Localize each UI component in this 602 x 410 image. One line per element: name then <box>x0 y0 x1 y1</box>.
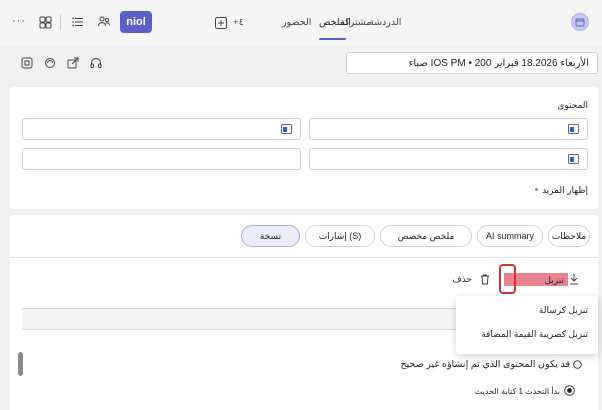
pill-transcript[interactable]: نسخة <box>241 225 300 247</box>
file-icon <box>568 124 579 134</box>
avatar[interactable] <box>571 13 589 31</box>
file-icon <box>568 154 579 164</box>
pill-custom-summary[interactable]: ملخص مخصص <box>380 225 472 247</box>
delete-icon[interactable] <box>478 272 492 286</box>
brand-button[interactable]: niol <box>120 11 152 33</box>
tab-chat[interactable]: الدردشة <box>369 17 401 28</box>
chevron-down-icon <box>535 188 538 191</box>
menu-item-download-message[interactable]: تنزيل كرسالة <box>539 305 588 316</box>
pill-notes[interactable]: ملاحظات <box>548 225 590 247</box>
pill-ai-summary[interactable]: AI summary <box>477 225 543 247</box>
download-button[interactable]: تنزيل <box>520 275 564 286</box>
toolbar-divider <box>60 14 61 30</box>
add-tab-icon[interactable] <box>213 15 229 31</box>
scrollbar-thumb[interactable] <box>18 352 23 376</box>
transcript-entry: بدأ التحدث 1 كتابة الحديث <box>474 387 560 396</box>
content-field-2[interactable] <box>22 118 301 140</box>
delete-button[interactable]: حذف <box>440 274 472 285</box>
focus-ring <box>499 264 516 294</box>
list-icon[interactable] <box>70 14 86 30</box>
content-field-1[interactable] <box>309 118 588 140</box>
divider <box>10 257 598 258</box>
content-field-3[interactable] <box>309 148 588 170</box>
content-title: المحتوى <box>557 100 588 110</box>
meeting-date-field[interactable]: الأربعاء 18.2026 فبراير 200 • IOS PM صبا… <box>346 52 598 74</box>
info-icon <box>573 360 582 369</box>
share-icon[interactable] <box>66 56 80 70</box>
disclaimer-text: قد يكون المحتوى الذي تم إنشاؤه غير صحيح <box>400 359 570 370</box>
people-icon[interactable] <box>96 14 112 30</box>
tab-summary[interactable]: الملخص <box>319 17 351 28</box>
sync-icon[interactable] <box>43 56 57 70</box>
file-icon <box>281 124 292 134</box>
pill-mentions[interactable]: إشارات (S) <box>305 225 375 247</box>
grid-icon[interactable] <box>37 14 53 30</box>
meeting-date-text: الأربعاء 18.2026 فبراير 200 • IOS PM صبا… <box>408 57 589 69</box>
add-tab-count[interactable]: +٤ <box>233 17 244 28</box>
radio-button[interactable] <box>564 385 575 396</box>
menu-item-download-vat[interactable]: تنزيل كصريبة القيمة المضافة <box>481 329 588 340</box>
active-tab-indicator <box>319 38 346 40</box>
more-options-icon[interactable]: ··· <box>12 15 26 27</box>
download-icon[interactable] <box>567 272 581 286</box>
content-field-4[interactable] <box>22 148 301 170</box>
tab-attendance[interactable]: الحضور <box>282 17 311 28</box>
calendar-icon <box>575 18 585 27</box>
window-icon[interactable] <box>20 56 34 70</box>
headset-icon[interactable] <box>89 56 103 70</box>
show-more-link[interactable]: إظهار المزيد <box>490 185 588 196</box>
top-bar: الدردشة مشتركة الملخص الحضور +٤ niol ··· <box>0 0 602 46</box>
download-menu: تنزيل كرسالة تنزيل كصريبة القيمة المضافة <box>456 296 598 354</box>
